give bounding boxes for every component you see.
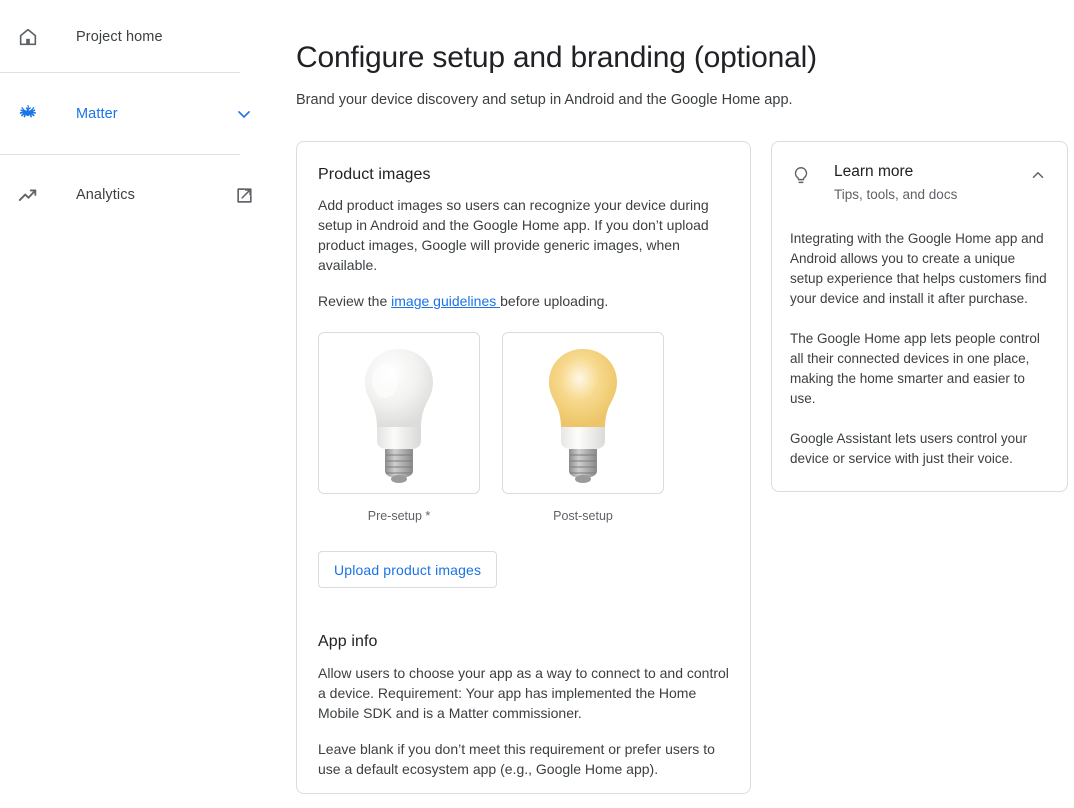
sidebar-group-analytics: Analytics (0, 155, 280, 235)
product-images-description: Add product images so users can recogniz… (318, 197, 709, 273)
learn-more-titles: Learn more Tips, tools, and docs (834, 162, 1029, 204)
matter-icon (16, 102, 40, 126)
sidebar-group-home: Project home (0, 0, 280, 73)
sidebar: Project home Matter Analytics (0, 0, 280, 808)
thumbnail-pre-setup: Pre-setup * (318, 332, 480, 523)
thumbnail-image-box[interactable] (318, 332, 480, 494)
learn-more-paragraph: Google Assistant lets users control your… (790, 431, 1028, 466)
learn-more-paragraph: The Google Home app lets people control … (790, 331, 1040, 406)
sidebar-item-label: Project home (76, 28, 163, 45)
open-in-new-icon[interactable] (232, 183, 256, 207)
product-images-card: Product images Add product images so use… (296, 141, 751, 794)
review-prefix-text: Review the (318, 293, 392, 309)
app-info-section: App info Allow users to choose your app … (318, 633, 729, 779)
product-image-thumbnails: Pre-setup * Post-setup (318, 332, 729, 523)
thumbnail-image-box[interactable] (502, 332, 664, 494)
chevron-down-icon[interactable] (232, 102, 256, 126)
page-subtitle: Brand your device discovery and setup in… (296, 92, 793, 108)
app-root: Project home Matter Analytics Configure … (0, 0, 1074, 808)
image-guidelines-line: Review the image guidelines before uploa… (318, 291, 729, 311)
learn-more-paragraph: Integrating with the Google Home app and… (790, 231, 1047, 306)
app-info-title: App info (318, 633, 378, 650)
thumbnail-post-setup: Post-setup (502, 332, 664, 523)
trending-up-icon (16, 183, 40, 207)
learn-more-card: Learn more Tips, tools, and docs Integra… (771, 141, 1068, 492)
sidebar-item-label: Matter (76, 106, 118, 122)
sidebar-group-matter: Matter (0, 73, 280, 155)
learn-more-header[interactable]: Learn more Tips, tools, and docs (790, 162, 1049, 204)
app-info-paragraph-2: Leave blank if you don’t meet this requi… (318, 741, 715, 777)
upload-product-images-button[interactable]: Upload product images (318, 551, 498, 588)
sidebar-item-project-home[interactable]: Project home (0, 0, 280, 73)
thumbnail-caption: Pre-setup * (367, 509, 431, 523)
product-images-title: Product images (318, 166, 431, 183)
bulb-on-icon (549, 349, 617, 483)
review-suffix-text: before uploading. (500, 293, 609, 309)
home-icon (16, 25, 40, 49)
page-title: Configure setup and branding (optional) (296, 41, 817, 74)
lightbulb-icon (790, 165, 814, 189)
bulb-off-icon (365, 349, 433, 483)
learn-more-title: Learn more (834, 163, 914, 180)
thumbnail-caption: Post-setup (553, 509, 613, 523)
sidebar-item-analytics[interactable]: Analytics (0, 155, 280, 235)
chevron-up-icon[interactable] (1029, 166, 1049, 186)
sidebar-item-matter[interactable]: Matter (0, 73, 280, 155)
learn-more-body: Integrating with the Google Home app and… (790, 229, 1049, 469)
image-guidelines-link[interactable]: image guidelines (391, 293, 500, 309)
main-content: Configure setup and branding (optional) … (280, 0, 1074, 808)
sidebar-item-label: Analytics (76, 187, 135, 203)
learn-more-subtitle: Tips, tools, and docs (834, 187, 958, 202)
app-info-paragraph-1: Allow users to choose your app as a way … (318, 665, 729, 721)
page-header: Configure setup and branding (optional) … (280, 0, 1074, 110)
content-row: Product images Add product images so use… (280, 141, 1074, 794)
